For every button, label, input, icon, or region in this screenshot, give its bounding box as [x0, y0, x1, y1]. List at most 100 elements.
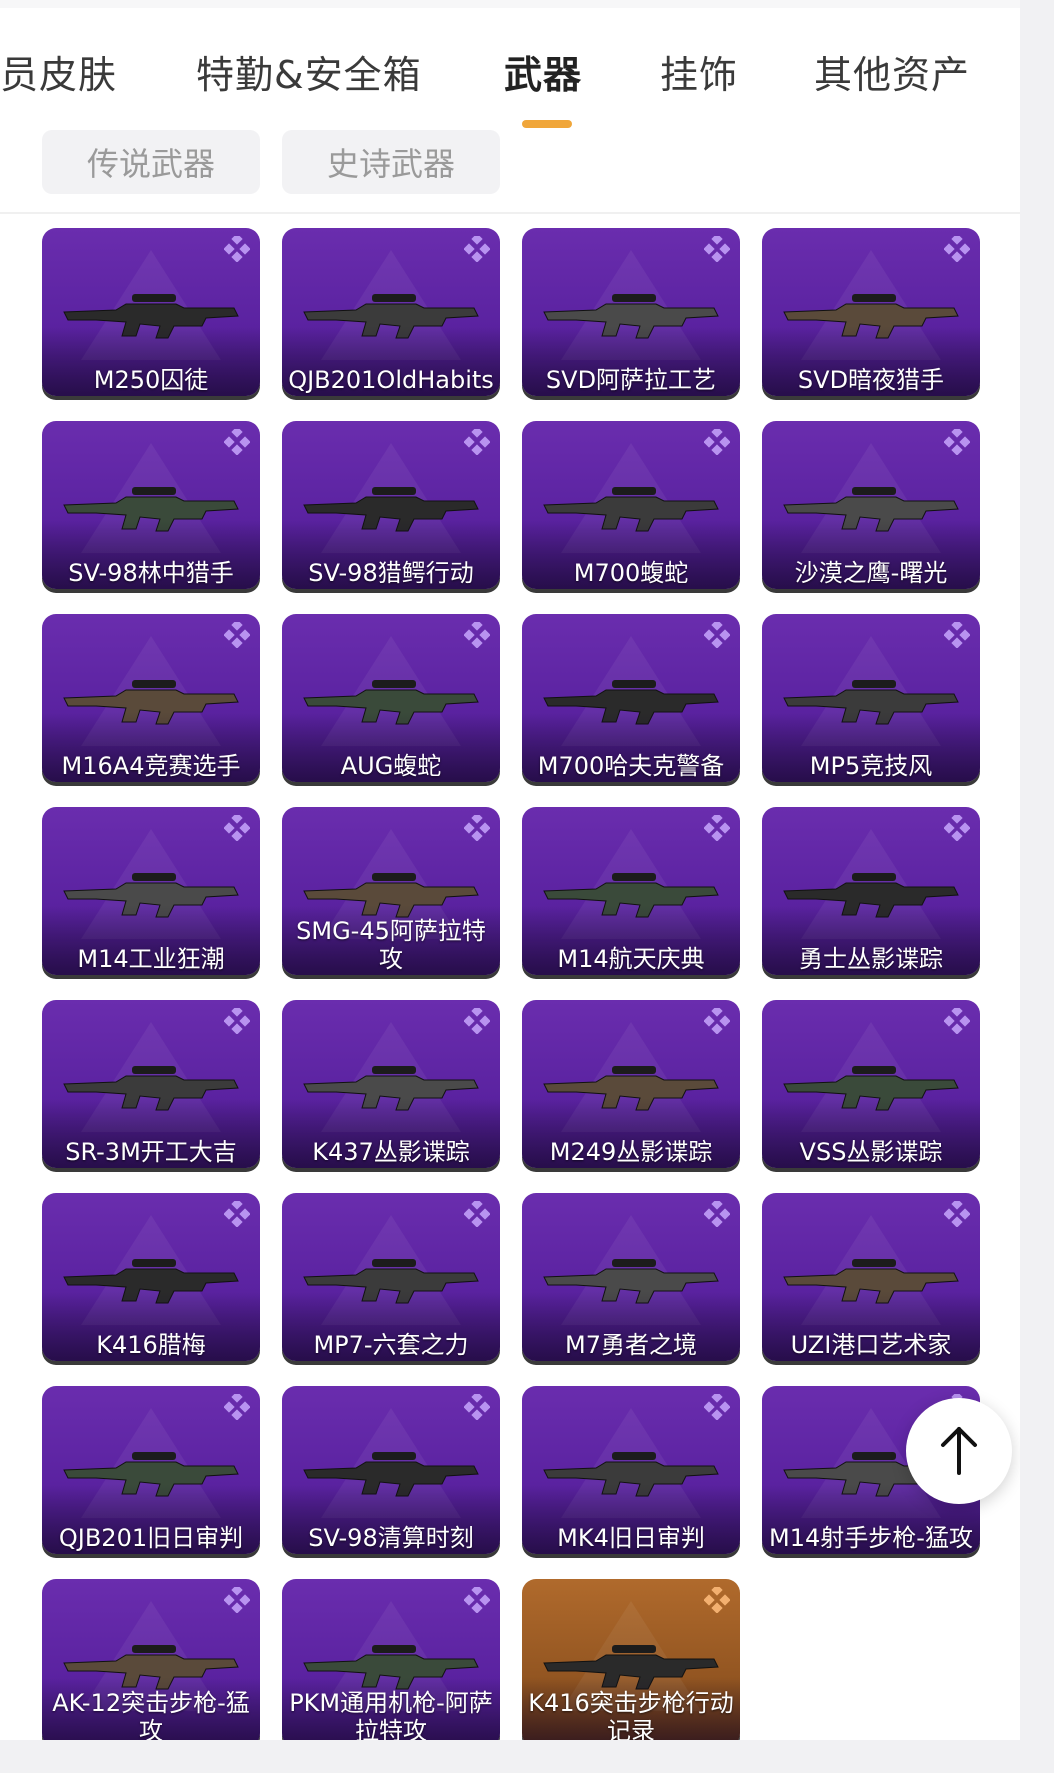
weapon-name: UZI港口艺术家: [790, 1331, 952, 1359]
weapon-name: SVD阿萨拉工艺: [545, 366, 717, 394]
rarity-diamond-icon: [224, 815, 250, 841]
subtab-legendary-weapons[interactable]: 传说武器: [42, 130, 260, 194]
weapon-card[interactable]: PKM通用机枪-阿萨拉特攻: [282, 1579, 500, 1740]
weapon-card[interactable]: M7勇者之境: [522, 1193, 740, 1361]
tab-operator-skins[interactable]: 员皮肤: [0, 44, 117, 99]
rarity-diamond-icon: [944, 622, 970, 648]
weapon-card[interactable]: M249丛影谍踪: [522, 1000, 740, 1168]
weapon-name: M14射手步枪-猛攻: [769, 1524, 973, 1552]
bottom-edge: [0, 1740, 1054, 1773]
weapon-name: MP7-六套之力: [313, 1331, 469, 1359]
weapon-card[interactable]: 勇士丛影谍踪: [762, 807, 980, 975]
rarity-diamond-icon: [944, 236, 970, 262]
rarity-diamond-icon: [224, 1201, 250, 1227]
weapon-card[interactable]: AK-12突击步枪-猛攻: [42, 1579, 260, 1740]
weapon-name: AK-12突击步枪-猛攻: [52, 1689, 250, 1740]
tab-charms[interactable]: 挂饰: [660, 44, 738, 99]
rarity-diamond-icon: [704, 1394, 730, 1420]
weapon-card[interactable]: VSS丛影谍踪: [762, 1000, 980, 1168]
rarity-diamond-icon: [704, 815, 730, 841]
rarity-diamond-icon: [944, 1008, 970, 1034]
rarity-diamond-icon: [464, 1587, 490, 1613]
weapon-card[interactable]: M14工业狂潮: [42, 807, 260, 975]
rarity-diamond-icon: [704, 429, 730, 455]
weapon-name: K416突击步枪行动记录: [528, 1689, 734, 1740]
weapon-card[interactable]: 沙漠之鹰-曙光: [762, 421, 980, 589]
rarity-diamond-icon: [464, 622, 490, 648]
weapon-name: M14工业狂潮: [77, 945, 225, 973]
weapon-card[interactable]: K437丛影谍踪: [282, 1000, 500, 1168]
rarity-diamond-icon: [944, 1201, 970, 1227]
weapon-name: SMG-45阿萨拉特攻: [296, 917, 486, 973]
back-to-top-button[interactable]: [906, 1398, 1012, 1504]
weapon-card[interactable]: M14航天庆典: [522, 807, 740, 975]
weapon-card[interactable]: SV-98林中猎手: [42, 421, 260, 589]
weapon-name: K437丛影谍踪: [312, 1138, 470, 1166]
weapon-name: M7勇者之境: [565, 1331, 697, 1359]
rarity-diamond-icon: [464, 236, 490, 262]
weapon-name: 勇士丛影谍踪: [799, 945, 943, 973]
weapon-name: VSS丛影谍踪: [799, 1138, 943, 1166]
weapon-card[interactable]: M16A4竞赛选手: [42, 614, 260, 782]
weapon-card[interactable]: QJB201OldHabits: [282, 228, 500, 396]
weapon-name: M249丛影谍踪: [549, 1138, 713, 1166]
weapon-name: M14航天庆典: [557, 945, 705, 973]
rarity-diamond-icon: [464, 815, 490, 841]
weapon-name: MK4旧日审判: [557, 1524, 705, 1552]
right-scroll-rail: [1020, 0, 1054, 1773]
weapon-card[interactable]: MP5竞技风: [762, 614, 980, 782]
rarity-diamond-icon: [464, 1394, 490, 1420]
rarity-diamond-icon: [464, 1201, 490, 1227]
weapon-name: SV-98猎鳄行动: [308, 559, 474, 587]
page: 员皮肤 特勤&安全箱 武器 挂饰 其他资产 传说武器 史诗武器 M250囚徒 QJ…: [0, 0, 1020, 1740]
weapon-card[interactable]: K416腊梅: [42, 1193, 260, 1361]
weapon-card[interactable]: SVD暗夜猎手: [762, 228, 980, 396]
weapon-name: AUG蝮蛇: [340, 752, 442, 780]
rarity-diamond-icon: [704, 236, 730, 262]
active-tab-indicator: [522, 120, 572, 128]
rarity-diamond-icon: [704, 622, 730, 648]
weapon-name: SR-3M开工大吉: [65, 1138, 237, 1166]
rarity-diamond-icon: [224, 1008, 250, 1034]
weapon-card[interactable]: AUG蝮蛇: [282, 614, 500, 782]
weapon-card[interactable]: QJB201旧日审判: [42, 1386, 260, 1554]
tab-other-assets[interactable]: 其他资产: [814, 44, 970, 99]
rarity-diamond-icon: [704, 1587, 730, 1613]
weapon-card[interactable]: SV-98清算时刻: [282, 1386, 500, 1554]
rarity-diamond-icon: [464, 429, 490, 455]
weapon-name: SVD暗夜猎手: [797, 366, 945, 394]
weapon-name: M700蝮蛇: [573, 559, 689, 587]
weapon-name: M700哈夫克警备: [537, 752, 725, 780]
weapon-name: M250囚徒: [93, 366, 209, 394]
tab-weapons[interactable]: 武器: [504, 44, 582, 99]
rarity-diamond-icon: [224, 1394, 250, 1420]
arrow-up-icon: [941, 1427, 977, 1475]
weapon-card[interactable]: K416突击步枪行动记录: [522, 1579, 740, 1740]
weapon-card[interactable]: MK4旧日审判: [522, 1386, 740, 1554]
weapon-card[interactable]: SVD阿萨拉工艺: [522, 228, 740, 396]
weapon-card[interactable]: SMG-45阿萨拉特攻: [282, 807, 500, 975]
header-divider: [0, 212, 1020, 214]
weapon-name: 沙漠之鹰-曙光: [794, 559, 948, 587]
weapon-card[interactable]: M250囚徒: [42, 228, 260, 396]
rarity-diamond-icon: [704, 1008, 730, 1034]
weapon-card[interactable]: M700蝮蛇: [522, 421, 740, 589]
weapon-card[interactable]: SR-3M开工大吉: [42, 1000, 260, 1168]
tab-service-and-safebox[interactable]: 特勤&安全箱: [196, 44, 422, 99]
rarity-diamond-icon: [224, 622, 250, 648]
weapon-name: PKM通用机枪-阿萨拉特攻: [289, 1689, 493, 1740]
weapon-card[interactable]: UZI港口艺术家: [762, 1193, 980, 1361]
weapon-name: MP5竞技风: [809, 752, 933, 780]
rarity-diamond-icon: [224, 236, 250, 262]
weapon-card[interactable]: MP7-六套之力: [282, 1193, 500, 1361]
top-edge: [0, 0, 1020, 8]
weapon-card[interactable]: SV-98猎鳄行动: [282, 421, 500, 589]
weapon-name: M16A4竞赛选手: [61, 752, 241, 780]
rarity-diamond-icon: [224, 429, 250, 455]
subtab-epic-weapons[interactable]: 史诗武器: [282, 130, 500, 194]
rarity-diamond-icon: [704, 1201, 730, 1227]
weapon-card[interactable]: M700哈夫克警备: [522, 614, 740, 782]
rarity-diamond-icon: [944, 429, 970, 455]
rarity-diamond-icon: [944, 815, 970, 841]
weapon-name: K416腊梅: [96, 1331, 206, 1359]
